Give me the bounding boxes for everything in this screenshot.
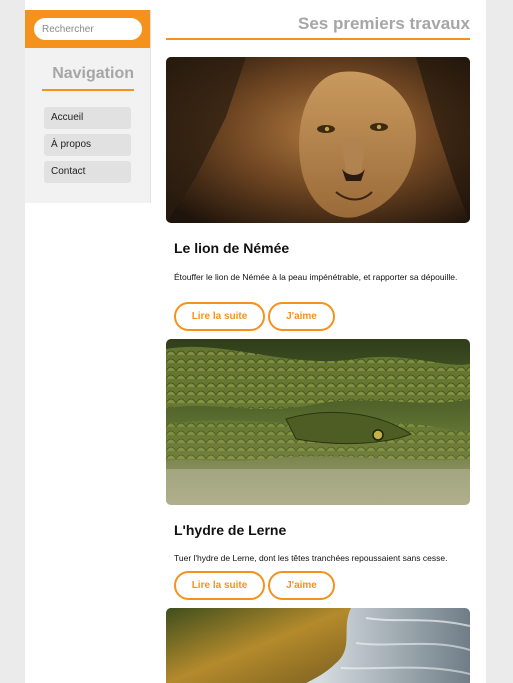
like-button[interactable]: J'aime	[268, 571, 335, 600]
card-title: L'hydre de Lerne	[174, 522, 287, 538]
nav-item-contact[interactable]: Contact	[44, 161, 131, 183]
card-description: Tuer l'hydre de Lerne, dont les têtes tr…	[174, 553, 448, 563]
read-more-button[interactable]: Lire la suite	[174, 571, 265, 600]
title-underline	[166, 38, 470, 40]
nav-title-underline	[42, 89, 134, 91]
search-bar	[25, 10, 150, 48]
nav-item-accueil[interactable]: Accueil	[44, 107, 131, 129]
lion-image	[166, 57, 470, 223]
nav-item-a-propos[interactable]: À propos	[44, 134, 131, 156]
card-description: Étouffer le lion de Némée à la peau impé…	[174, 272, 458, 282]
page-title: Ses premiers travaux	[298, 14, 470, 33]
page: Navigation Accueil À propos Contact Ses …	[25, 0, 486, 683]
river-image	[166, 608, 470, 683]
nav-title: Navigation	[52, 65, 134, 82]
nav-list: Accueil À propos Contact	[44, 107, 131, 188]
like-button[interactable]: J'aime	[268, 302, 335, 331]
search-input[interactable]	[34, 18, 142, 40]
card-title: Le lion de Némée	[174, 240, 290, 256]
read-more-button[interactable]: Lire la suite	[174, 302, 265, 331]
sidebar: Navigation Accueil À propos Contact	[25, 10, 151, 203]
snake-image	[166, 339, 470, 505]
